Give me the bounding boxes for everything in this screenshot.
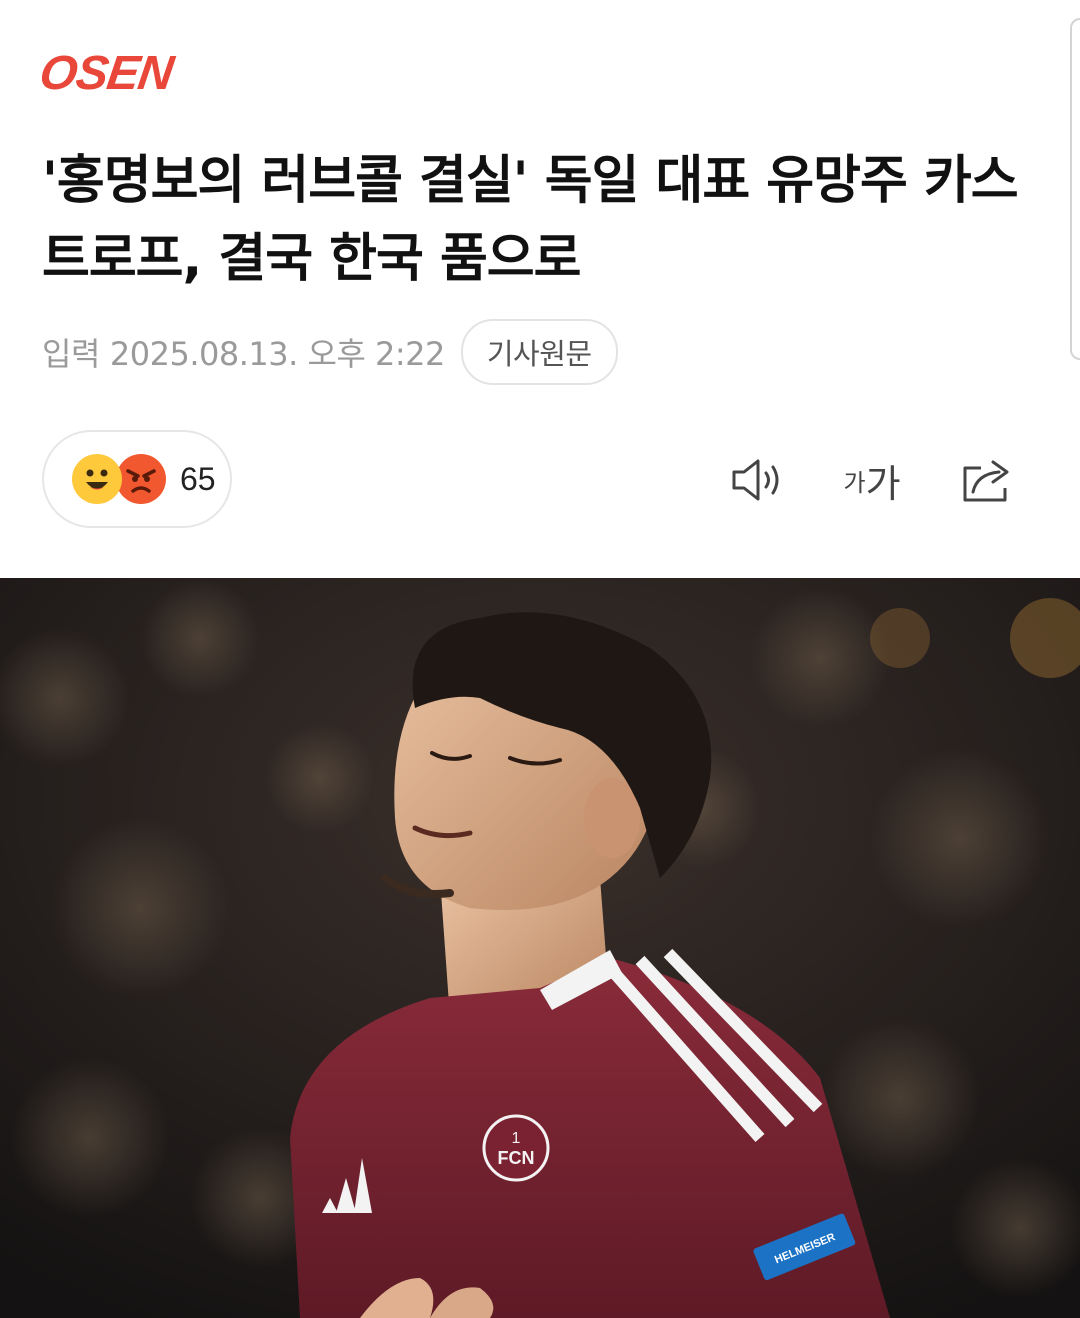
osen-logo[interactable]: OSEN [36,47,175,100]
reactions-button[interactable]: 65 [42,430,232,528]
happy-emoji-icon [72,454,122,504]
font-size-icon-small: 가 [843,469,866,497]
share-icon [963,460,1009,502]
publish-date: 2025.08.13. 오후 2:22 [109,335,445,373]
font-size-button[interactable]: 가 가 [834,450,910,510]
article-title: '홍명보의 러브콜 결실' 독일 대표 유망주 카스트로프, 결국 한국 품으로 [42,151,1019,289]
byline: 입력 2025.08.13. 오후 2:22 기사원문 [42,319,618,385]
scroll-indicator [1070,18,1080,360]
speaker-icon [732,459,779,501]
font-size-icon: 가 [865,461,901,506]
reaction-count: 65 [180,460,216,497]
angry-emoji-icon [116,454,166,504]
original-article-button[interactable]: 기사원문 [460,319,618,385]
text-to-speech-button[interactable] [725,450,789,510]
jersey-number: 1 [512,1130,521,1147]
share-button[interactable] [956,450,1020,510]
article-photo[interactable]: 1 FCN HELMEISER [0,578,1080,1318]
jersey-badge: FCN [498,1148,535,1168]
date-label: 입력 [42,335,100,373]
